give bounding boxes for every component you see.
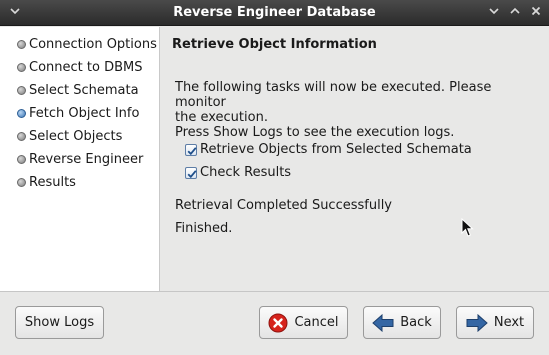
title-bar: Reverse Engineer Database: [0, 0, 549, 26]
page-title: Retrieve Object Information: [172, 37, 377, 52]
back-label: Back: [400, 315, 432, 330]
step-fetch-object-info: Fetch Object Info: [17, 104, 139, 122]
show-logs-button[interactable]: Show Logs: [15, 306, 104, 339]
step-current-bullet-icon: [17, 108, 26, 118]
step-connection-options: Connection Options: [17, 35, 157, 53]
step-reverse-engineer: Reverse Engineer: [17, 150, 143, 168]
next-label: Next: [493, 315, 525, 330]
description-line: the execution.: [175, 110, 268, 125]
task-checked-checkbox: [185, 166, 197, 179]
step-select-schemata: Select Schemata: [17, 81, 139, 99]
step-pending-bullet-icon: [17, 154, 26, 164]
finished-message: Finished.: [175, 221, 233, 236]
step-done-bullet-icon: [17, 39, 26, 49]
step-label: Connection Options: [29, 36, 157, 52]
step-label: Results: [29, 174, 76, 190]
task-label: Check Results: [200, 165, 292, 180]
step-label: Reverse Engineer: [29, 151, 144, 167]
next-arrow-icon: [466, 313, 488, 332]
task-checked-checkbox: [185, 143, 197, 156]
next-button[interactable]: Next: [456, 306, 534, 339]
step-done-bullet-icon: [17, 85, 26, 95]
back-button[interactable]: Back: [363, 306, 441, 339]
task-label: Retrieve Objects from Selected Schemata: [200, 142, 472, 157]
step-label: Select Objects: [29, 128, 123, 144]
cancel-button[interactable]: Cancel: [259, 306, 348, 339]
step-label: Select Schemata: [29, 82, 139, 98]
main-content: Retrieve Object Information The followin…: [161, 27, 549, 291]
step-select-objects: Select Objects: [17, 127, 122, 145]
description-text: The following tasks will now be executed…: [175, 80, 535, 140]
step-label: Fetch Object Info: [29, 105, 140, 121]
back-arrow-icon: [372, 313, 394, 332]
step-connect-to-dbms: Connect to DBMS: [17, 58, 142, 76]
show-logs-label: Show Logs: [24, 315, 95, 330]
description-line: The following tasks will now be executed…: [175, 80, 492, 110]
step-done-bullet-icon: [17, 62, 26, 72]
step-pending-bullet-icon: [17, 177, 26, 187]
status-message: Retrieval Completed Successfully: [175, 198, 393, 213]
cancel-label: Cancel: [294, 315, 339, 330]
mouse-pointer-icon: [461, 217, 475, 242]
minimize-icon[interactable]: [484, 3, 504, 23]
close-icon[interactable]: [526, 3, 546, 23]
description-line: Press Show Logs to see the execution log…: [175, 125, 455, 140]
button-bar: Show Logs Cancel Back Next: [0, 292, 549, 355]
cancel-icon: [268, 313, 288, 333]
window-title: Reverse Engineer Database: [173, 5, 376, 20]
task-retrieve-objects: Retrieve Objects from Selected Schemata: [185, 142, 472, 157]
step-results: Results: [17, 173, 76, 191]
step-pending-bullet-icon: [17, 131, 26, 141]
task-check-results: Check Results: [185, 165, 291, 180]
maximize-icon[interactable]: [505, 3, 525, 23]
step-label: Connect to DBMS: [29, 59, 143, 75]
wizard-steps-sidebar: Connection Options Connect to DBMS Selec…: [0, 27, 160, 291]
